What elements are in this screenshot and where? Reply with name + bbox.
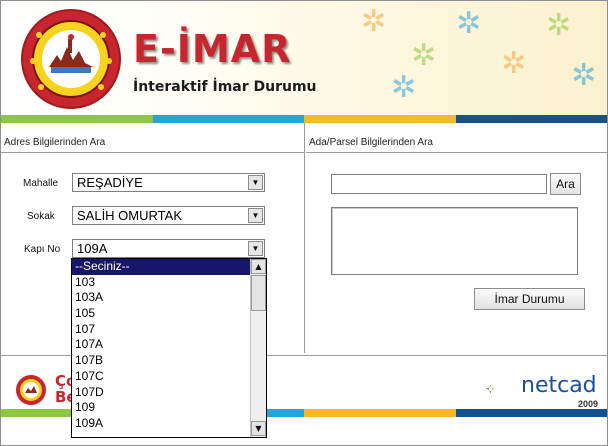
sokak-select[interactable]: SALİH OMURTAK ▼ [72,206,265,225]
address-search-heading: Adres Bilgilerinden Ara [1,137,304,153]
dropdown-option[interactable]: 103 [72,275,250,291]
app-window: ✲ ✲ ✲ ✲ ✲ ✲ ✲ E-İMAR İnteraktif İmar Dur… [0,0,608,446]
decor-arrow-icon: ✲ [411,38,437,73]
imar-durumu-button[interactable]: İmar Durumu [474,288,585,310]
result-textarea[interactable] [331,207,578,275]
dropdown-option[interactable]: 105 [72,306,250,322]
dropdown-option[interactable]: --Seciniz-- [72,259,250,275]
app-subtitle: İnteraktif İmar Durumu [133,79,317,95]
dropdown-option[interactable]: 109A [72,416,250,432]
kapi-no-label: Kapı No [24,244,61,255]
decor-arrow-icon: ✲ [546,8,572,43]
decor-arrow-icon: ✲ [391,70,417,105]
parcel-search-heading: Ada/Parsel Bilgilerinden Ara [306,137,607,153]
dropdown-option[interactable]: 107 [72,322,250,338]
scroll-thumb[interactable] [251,275,266,311]
header-banner: ✲ ✲ ✲ ✲ ✲ ✲ ✲ E-İMAR İnteraktif İmar Dur… [1,1,607,115]
kapi-no-dropdown-list[interactable]: --Seciniz-- 103 103A 105 107 107A 107B 107C 107D… [71,258,267,438]
chevron-down-icon[interactable]: ▼ [248,175,263,190]
municipality-seal-logo [21,9,121,109]
ada-parsel-input[interactable] [331,174,547,194]
sokak-value: SALİH OMURTAK [77,208,182,223]
dropdown-option[interactable]: 107C [72,369,250,385]
kapi-no-select[interactable]: 109A ▼ [72,239,265,258]
decor-arrow-icon: ✲ [501,46,527,81]
dropdown-scrollbar[interactable]: ▲ ▼ [250,259,266,437]
decor-arrow-icon: ✲ [361,4,387,39]
color-stripe-top [1,115,607,123]
dropdown-option[interactable]: 103A [72,290,250,306]
parcel-search-panel: Ada/Parsel Bilgilerinden Ara Ara İmar Du… [306,123,607,353]
search-button[interactable]: Ara [550,173,581,195]
dropdown-option[interactable]: 107B [72,353,250,369]
chevron-down-icon[interactable]: ▼ [248,208,263,223]
chevron-down-icon[interactable]: ▼ [248,241,263,256]
dropdown-options: --Seciniz-- 103 103A 105 107 107A 107B 107C 107D… [72,259,266,432]
netcad-year: 2009 [578,399,599,409]
mahalle-value: REŞADİYE [77,175,143,190]
dropdown-option[interactable]: 107D [72,385,250,401]
decor-arrow-icon: ✲ [571,58,597,93]
scroll-down-icon[interactable]: ▼ [251,421,266,436]
kapi-no-value: 109A [77,241,108,256]
municipality-seal-logo [16,375,46,405]
mahalle-select[interactable]: REŞADİYE ▼ [72,173,265,192]
mahalle-label: Mahalle [23,178,59,189]
decor-arrow-icon: ✲ [456,6,482,41]
dropdown-option[interactable]: 107A [72,337,250,353]
netcad-brand: netcad [521,373,597,398]
sokak-label: Sokak [27,211,55,222]
app-title: E-İMAR [133,27,292,71]
netcad-logo-icon [486,384,495,394]
scroll-up-icon[interactable]: ▲ [251,259,266,274]
dropdown-option[interactable]: 109 [72,400,250,416]
